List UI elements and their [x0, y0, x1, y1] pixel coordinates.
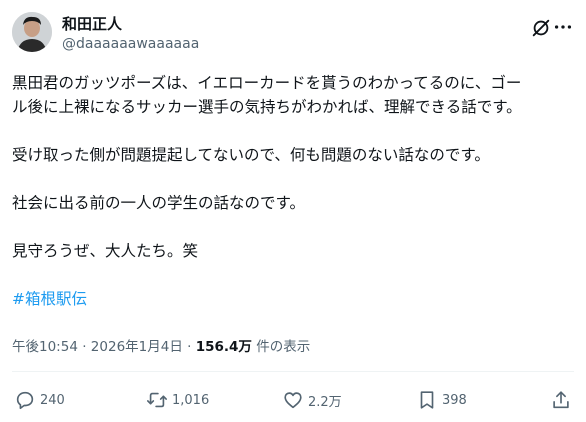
handle[interactable]: @daaaaaawaaaaaa: [62, 34, 199, 54]
share-icon: [553, 391, 569, 409]
meta-separator: ·: [187, 339, 192, 355]
views-count: 156.4万: [195, 339, 252, 355]
text-line: 受け取った側が問題提起してないので、何も問題のない話なのです。: [12, 146, 490, 164]
text-line: 社会に出る前の一人の学生の話なのです。: [12, 194, 305, 212]
text-line: ル後に上裸になるサッカー選手の気持ちがわかれば、理解できる話です。: [12, 98, 522, 116]
action-bar: 240 1,016 2.2万 398: [12, 387, 574, 413]
tweet-meta: 午後10:54 · 2026年1月4日 · 156.4万 件の表示: [12, 337, 310, 357]
tweet-header: 和田正人 @daaaaaawaaaaaa: [12, 12, 574, 60]
heart-icon: [284, 392, 302, 409]
timestamp-time[interactable]: 午後10:54: [12, 339, 78, 355]
tweet: 和田正人 @daaaaaawaaaaaa 黒田君のガッツポーズは、イエローカード…: [0, 0, 586, 422]
repost-icon: [147, 392, 167, 408]
views-label: 件の表示: [256, 339, 311, 355]
bookmark-button[interactable]: 398: [416, 387, 467, 413]
display-name[interactable]: 和田正人: [62, 14, 199, 34]
user-info: 和田正人 @daaaaaawaaaaaa: [62, 14, 199, 54]
repost-count: 1,016: [172, 392, 210, 408]
like-count: 2.2万: [308, 394, 342, 410]
more-icon[interactable]: [552, 16, 574, 38]
reply-icon: [16, 391, 34, 410]
repost-button[interactable]: 1,016: [146, 387, 209, 413]
grok-icon[interactable]: [530, 17, 552, 39]
meta-separator: ·: [82, 339, 87, 355]
divider: [12, 371, 574, 372]
bookmark-count: 398: [442, 392, 467, 408]
share-button[interactable]: [550, 387, 572, 413]
text-line: 黒田君のガッツポーズは、イエローカードを貰うのわかってるのに、ゴー: [12, 74, 522, 92]
reply-button[interactable]: 240: [14, 387, 65, 413]
timestamp-date[interactable]: 2026年1月4日: [91, 339, 183, 355]
tweet-text: 黒田君のガッツポーズは、イエローカードを貰うのわかってるのに、ゴー ル後に上裸に…: [12, 71, 574, 311]
hashtag-link[interactable]: #箱根駅伝: [12, 290, 87, 308]
like-button[interactable]: 2.2万: [282, 387, 342, 413]
reply-count: 240: [40, 392, 65, 408]
text-line: 見守ろうぜ、大人たち。笑: [12, 242, 199, 260]
avatar[interactable]: [12, 12, 52, 52]
bookmark-icon: [420, 391, 434, 409]
